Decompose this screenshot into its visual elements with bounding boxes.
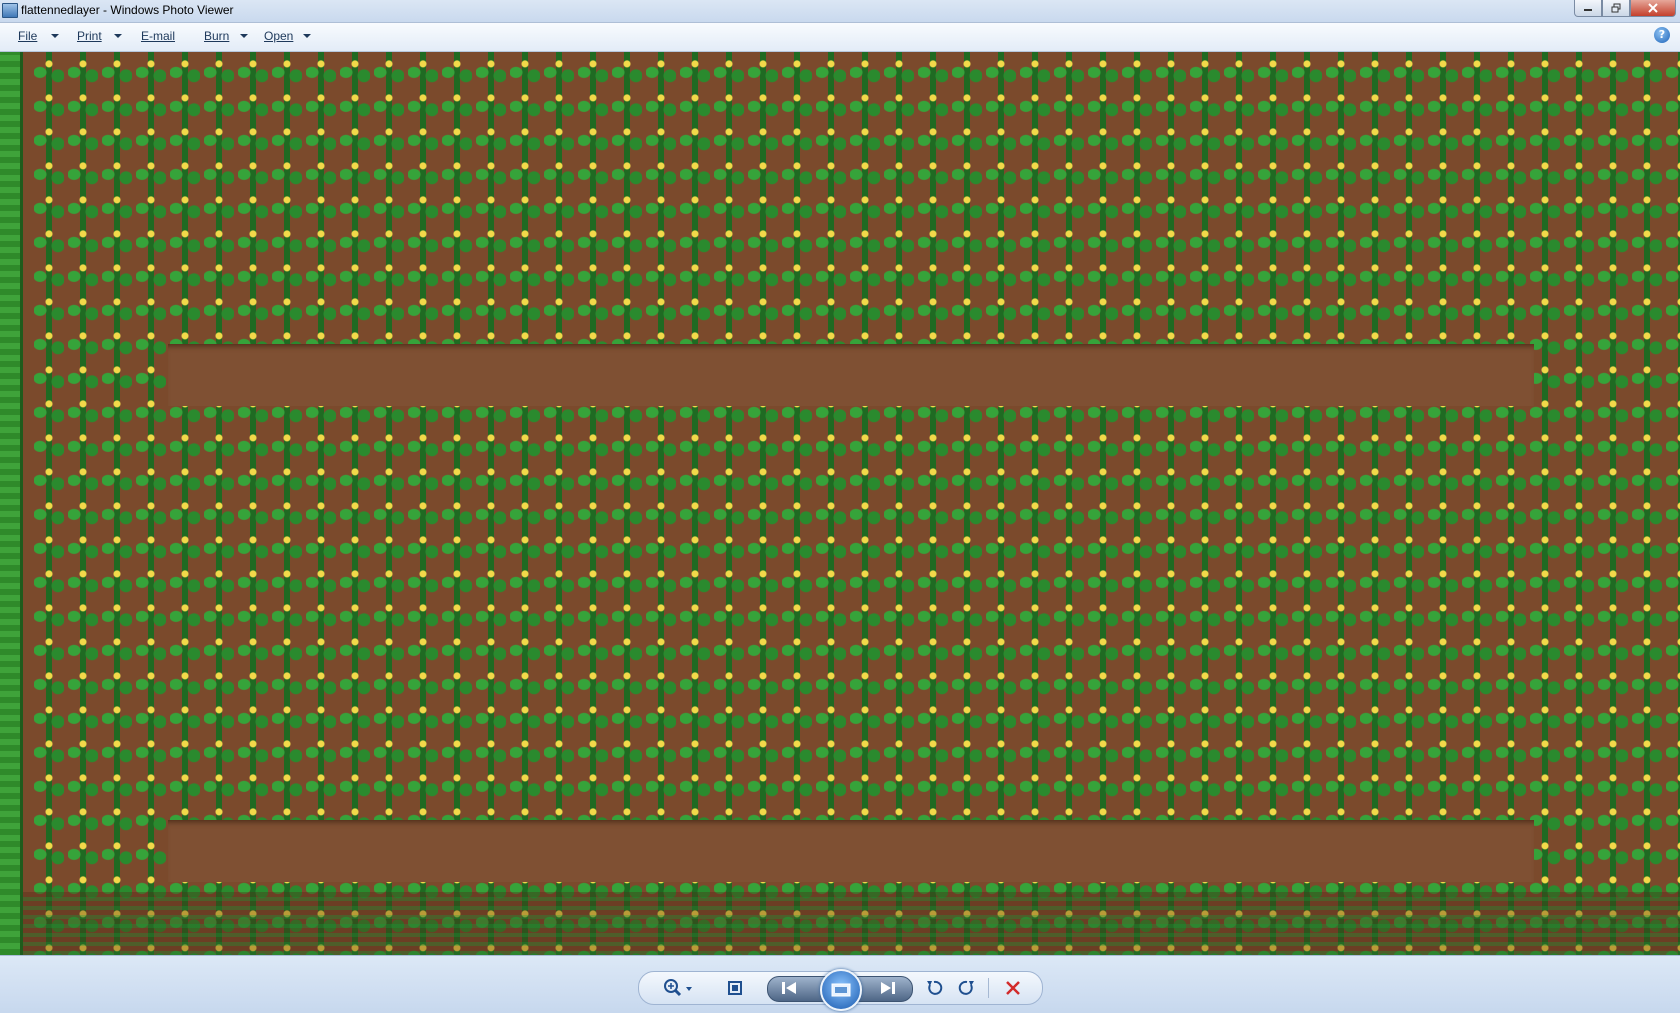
- corn-row: [102, 52, 132, 955]
- restore-icon: [1611, 3, 1621, 13]
- help-icon[interactable]: ?: [1654, 27, 1670, 43]
- next-icon: [881, 982, 895, 994]
- corn-row: [1598, 52, 1628, 955]
- photo-viewer-app-icon: [2, 3, 18, 18]
- corn-row: [1666, 52, 1680, 955]
- actual-size-button[interactable]: [721, 976, 749, 1000]
- image-viewport[interactable]: [0, 52, 1680, 955]
- delete-icon: [1006, 981, 1020, 995]
- menu-email-label: E-mail: [141, 29, 176, 43]
- minimize-button[interactable]: [1574, 0, 1602, 17]
- close-button[interactable]: [1630, 0, 1676, 17]
- slideshow-button[interactable]: [820, 969, 862, 1011]
- menu-burn[interactable]: Burn: [204, 29, 229, 43]
- rotate-right-icon: [958, 980, 974, 995]
- menu-file-label: File: [18, 29, 38, 43]
- window-controls: [1574, 0, 1676, 18]
- menu-burn-label: Burn: [204, 29, 230, 43]
- burn-dropdown-caret-icon[interactable]: [240, 34, 248, 38]
- dirt-path-lower: [168, 820, 1534, 882]
- corn-row: [1632, 52, 1662, 955]
- corn-row: [136, 52, 166, 955]
- close-icon: [1648, 3, 1658, 13]
- menu-print-label: Print: [77, 29, 102, 43]
- menu-print[interactable]: Print: [77, 29, 102, 43]
- previous-icon: [782, 982, 796, 994]
- menu-open-label: Open: [264, 29, 294, 43]
- menu-email[interactable]: E-mail: [141, 29, 175, 43]
- toolbar-controls: [638, 969, 1043, 1011]
- field-bottom-edge: [20, 892, 1680, 955]
- zoom-icon: [664, 979, 692, 997]
- corn-row: [1564, 52, 1594, 955]
- minimize-icon: [1584, 9, 1592, 11]
- actual-size-icon: [728, 981, 742, 995]
- menu-file[interactable]: File: [18, 29, 37, 43]
- file-dropdown-caret-icon[interactable]: [51, 34, 59, 38]
- rotate-left-button[interactable]: [920, 976, 948, 1000]
- corn-row: [34, 52, 64, 955]
- toolbar-divider: [988, 978, 989, 998]
- restore-button[interactable]: [1602, 0, 1630, 17]
- slideshow-icon: [831, 983, 851, 997]
- corn-row: [68, 52, 98, 955]
- open-dropdown-caret-icon[interactable]: [303, 34, 311, 38]
- window-title: flattennedlayer - Windows Photo Viewer: [21, 3, 234, 17]
- rotate-right-button[interactable]: [953, 976, 981, 1000]
- rotate-left-icon: [927, 980, 943, 995]
- grass-border: [0, 52, 23, 955]
- zoom-button[interactable]: [659, 976, 699, 1000]
- title-bar: flattennedlayer - Windows Photo Viewer: [0, 0, 1680, 23]
- menu-bar: File Print E-mail Burn Open ?: [0, 23, 1680, 52]
- print-dropdown-caret-icon[interactable]: [114, 34, 122, 38]
- delete-button[interactable]: [999, 976, 1027, 1000]
- bottom-toolbar: [0, 955, 1680, 1013]
- next-button[interactable]: [874, 976, 902, 1000]
- dirt-path-upper: [168, 344, 1534, 406]
- corn-row: [1530, 52, 1560, 955]
- previous-button[interactable]: [775, 976, 803, 1000]
- menu-open[interactable]: Open: [264, 29, 293, 43]
